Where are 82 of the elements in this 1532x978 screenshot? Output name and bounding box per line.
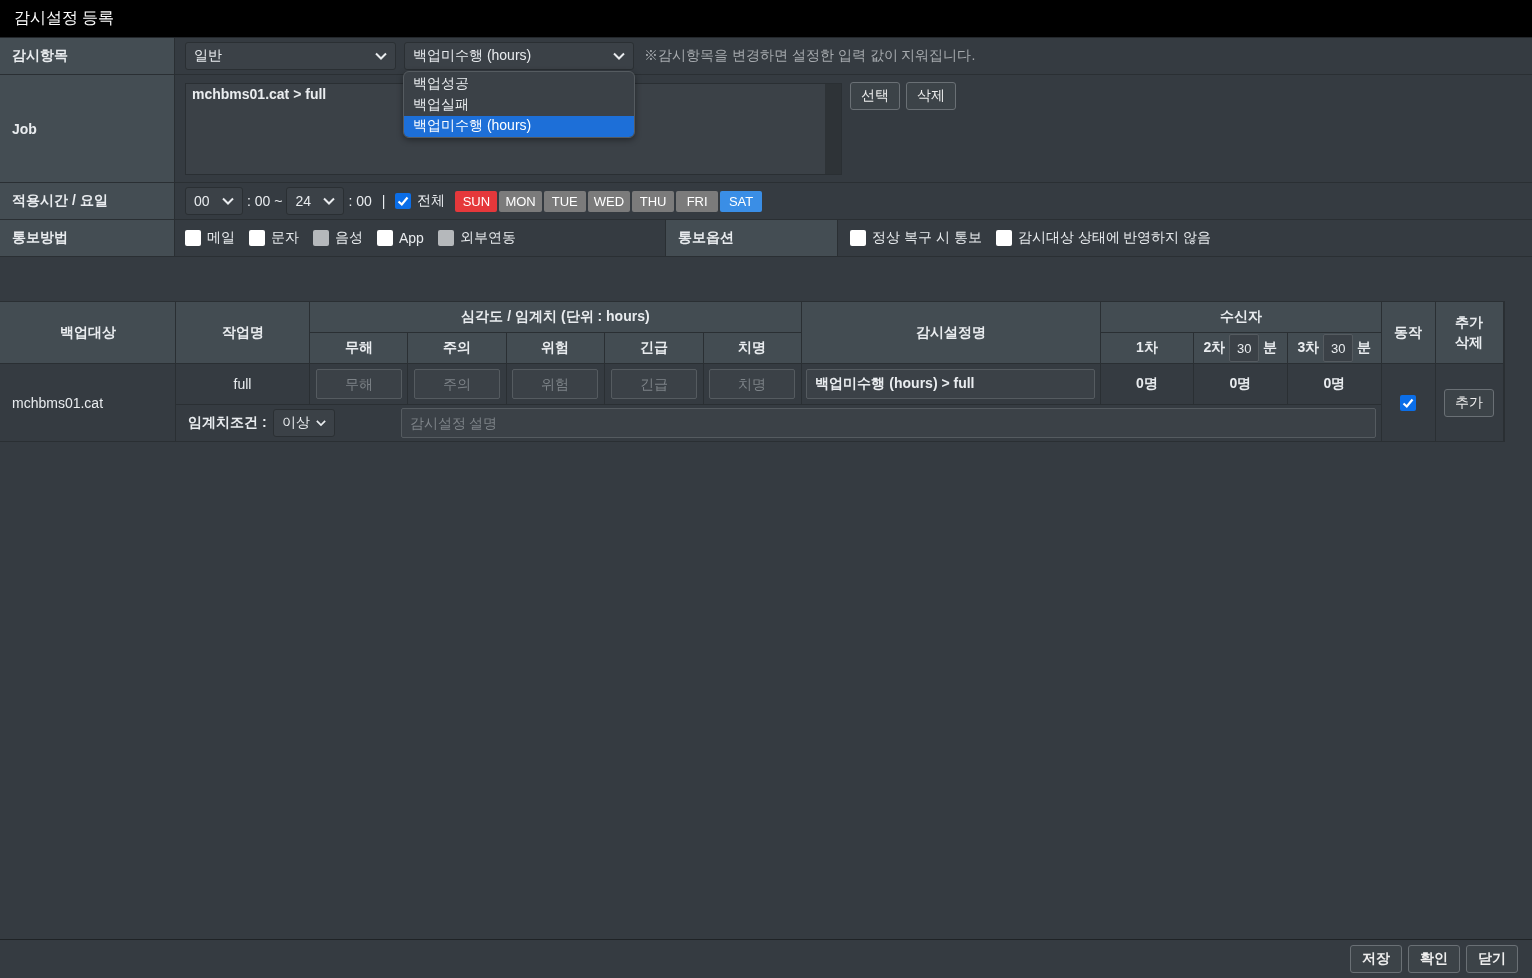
table-cell: mchbms01.cat [0,364,175,441]
warning-note: ※감시항목을 변경하면 설정한 입력 값이 지워집니다. [644,47,976,65]
condition-select[interactable]: 이상 [272,409,335,437]
field-label: 적용시간 / 요일 [12,192,108,210]
column-header: 긴급 [605,333,703,363]
weekday-button[interactable]: MON [499,190,542,212]
time-text: : 00 ~ [247,193,283,209]
checkbox-label: 정상 복구 시 통보 [872,229,982,247]
monitor-type-select[interactable]: 백업미수행 (hours) [404,42,634,70]
dropdown-option[interactable]: 백업미수행 (hours) [404,116,634,137]
column-header: 감시설정명 [801,302,1100,363]
column-header: 위험 [506,333,605,363]
unit-text: 분 [1357,339,1372,357]
weekday-button[interactable]: THU [632,190,675,212]
table-cell: 0명 [1100,364,1193,404]
field-label: 통보방법 [12,229,68,247]
field-label: 통보옵션 [678,229,734,247]
column-header: 3차 [1297,339,1320,357]
footer-button[interactable]: 확인 [1408,945,1460,973]
field-label: Job [12,120,37,137]
chevron-icon [613,52,625,60]
checkbox[interactable] [850,230,866,246]
column-header: 무해 [310,333,408,363]
chevron-icon [222,197,234,205]
checkbox-label: 음성 [335,229,363,247]
column-header: 수신자 [1100,302,1381,332]
minutes-field[interactable]: 30 [1323,334,1354,362]
setting-name-field[interactable]: 백업미수행 (hours) > full [806,369,1096,399]
checkbox[interactable] [995,230,1012,246]
checkbox-label: 전체 [417,192,446,210]
checkbox[interactable] [249,230,265,246]
job-button[interactable]: 선택 [850,82,900,110]
column-header: 심각도 / 임계치 (단위 : hours) [310,302,801,332]
column-header: 1차 [1100,333,1193,363]
threshold-field[interactable]: 긴급 [610,369,697,399]
weekday-button[interactable]: SUN [455,190,498,212]
column-header: 치명 [703,333,801,363]
checkbox-label: 메일 [207,229,235,247]
checkbox[interactable] [1400,394,1417,411]
table-cell: 0명 [1287,364,1381,404]
column-header: 백업대상 [0,302,175,363]
checkbox-label: App [399,230,424,246]
hour-select[interactable]: 00 [185,187,243,215]
threshold-field[interactable]: 주의 [414,369,501,399]
column-header: 주의 [408,333,506,363]
checkbox-label: 문자 [271,229,299,247]
checkbox[interactable] [395,193,412,209]
threshold-field[interactable]: 위험 [512,369,599,399]
column-header: 동작 [1381,302,1435,363]
column-header: 삭제 [1455,333,1484,352]
window-title: 감시설정 등록 [13,8,116,28]
footer-button[interactable]: 닫기 [1466,945,1518,973]
checkbox[interactable] [185,230,201,246]
chevron-icon [323,197,336,205]
table-cell: 0명 [1193,364,1287,404]
minutes-field[interactable]: 30 [1229,334,1260,362]
time-text: : 00 [348,193,372,209]
column-header: 2차 [1203,339,1226,357]
unit-text: 분 [1263,339,1278,357]
threshold-field[interactable]: 무해 [315,369,402,399]
field-label: 감시항목 [12,47,68,65]
description-field[interactable]: 감시설정 설명 [400,408,1376,438]
footer-button[interactable]: 저장 [1350,945,1402,973]
checkbox-label: 외부연동 [459,229,516,247]
dropdown-option[interactable]: 백업실패 [404,95,634,116]
separator-mark: | [381,193,386,209]
job-button[interactable]: 삭제 [906,82,956,110]
chevron-icon [315,419,326,427]
weekday-button[interactable]: WED [587,190,631,212]
table-cell: full [176,364,309,404]
threshold-field[interactable]: 치명 [709,369,796,399]
hour-select[interactable]: 24 [286,187,345,215]
category-select[interactable]: 일반 [185,42,396,70]
chevron-icon [375,52,387,60]
column-header: 추가 [1455,313,1484,332]
field-label: 임계치조건 : [188,414,267,432]
weekday-button[interactable]: TUE [543,190,586,212]
checkbox-label: 감시대상 상태에 반영하지 않음 [1017,229,1212,247]
add-button[interactable]: 추가 [1444,388,1495,417]
checkbox[interactable] [377,230,393,246]
column-header: 작업명 [176,302,309,363]
weekday-button[interactable]: FRI [676,190,719,212]
